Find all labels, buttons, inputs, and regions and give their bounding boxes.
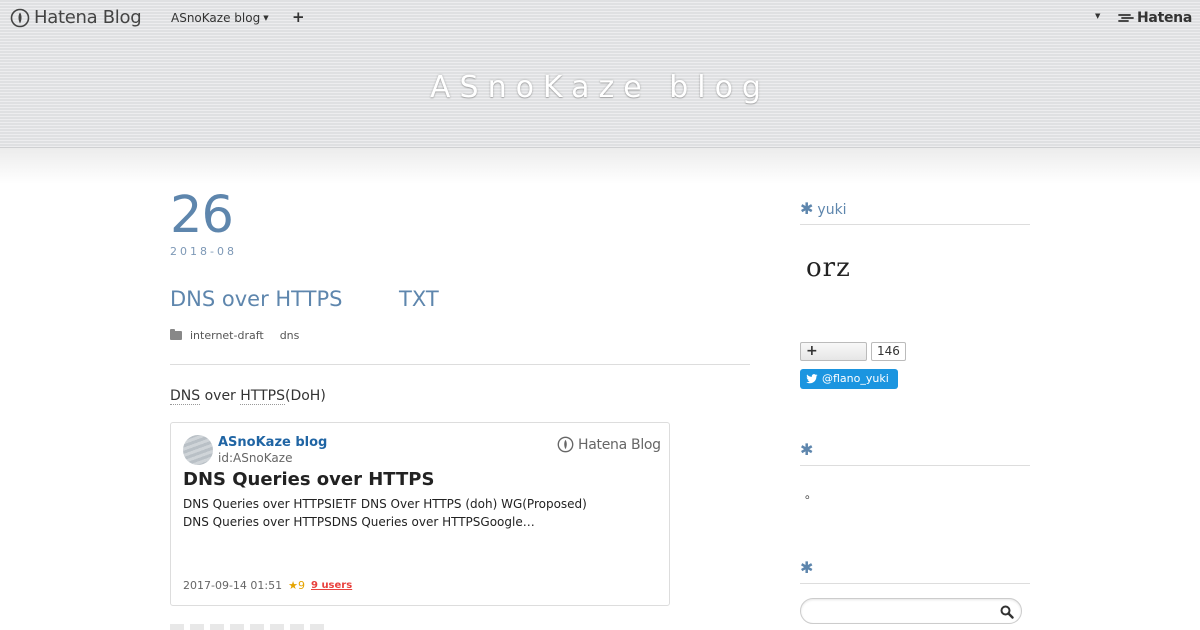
entry-divider — [170, 364, 750, 365]
hatena-logo-icon — [557, 436, 574, 453]
caret-down-icon: ▼ — [263, 14, 269, 22]
hatena-logo-icon — [10, 8, 30, 27]
entry-title-part2[interactable]: TXT — [399, 287, 439, 311]
twitter-handle: @flano_yuki — [822, 372, 889, 385]
card-blog-name[interactable]: ASnoKaze blog — [218, 435, 327, 450]
about-text: 。 — [805, 487, 818, 501]
card-brand[interactable]: Hatena Blog — [557, 436, 661, 453]
profile-module-title: ✱ yuki — [800, 199, 1030, 225]
lead-text-over: over — [200, 388, 241, 404]
bookmark-users-link[interactable]: 9 users — [311, 580, 352, 591]
card-description-line2: DNS Queries over HTTPSDNS Queries over H… — [183, 515, 535, 529]
about-module-title: ✱ — [800, 440, 1030, 466]
star-count[interactable]: ★9 — [288, 579, 305, 592]
card-date: 2017-09-14 01:51 — [183, 579, 283, 592]
search-module-title: ✱ — [800, 558, 1030, 584]
search-input[interactable] — [811, 599, 1001, 623]
follow-button[interactable]: + — [800, 342, 867, 361]
card-description: DNS Queries over HTTPSIETF DNS Over HTTP… — [183, 495, 653, 531]
hatena-brand-text: Hatena — [1137, 10, 1192, 26]
global-header-bar: Hatena Blog ASnoKaze blog ▼ + ▼ Hatena — [0, 0, 1200, 36]
category-link-internet-draft[interactable]: internet-draft — [190, 329, 264, 342]
twitter-follow-button[interactable]: @flano_yuki — [800, 369, 898, 389]
avatar[interactable] — [183, 435, 213, 465]
search-box[interactable] — [800, 598, 1022, 624]
entry-date-year-month[interactable]: 2018-08 — [170, 245, 237, 258]
hatena-blog-logo-text: Hatena Blog — [34, 7, 142, 28]
category-link-dns[interactable]: dns — [280, 329, 300, 342]
embed-blog-card[interactable]: ASnoKaze blog id:ASnoKaze Hatena Blog DN… — [170, 422, 670, 606]
asterisk-icon: ✱ — [800, 558, 814, 577]
card-blog-id: id:ASnoKaze — [218, 451, 293, 465]
blog-switch-menu[interactable]: ASnoKaze blog ▼ — [171, 11, 269, 25]
profile-name[interactable]: yuki — [817, 202, 846, 218]
entry-continued-text — [170, 624, 330, 630]
add-button[interactable]: + — [292, 8, 305, 26]
follower-count[interactable]: 146 — [871, 342, 906, 361]
asterisk-icon: ✱ — [800, 199, 814, 218]
entry-title[interactable]: DNS over HTTPS TXT — [170, 287, 439, 311]
blog-menu-label: ASnoKaze blog — [171, 11, 261, 25]
folder-icon — [170, 329, 182, 340]
lead-text-doh: (DoH) — [284, 388, 326, 404]
search-icon[interactable] — [1000, 604, 1014, 623]
blog-title[interactable]: ASnoKaze blog — [0, 70, 1200, 105]
profile-icon-image[interactable]: orz — [806, 253, 851, 283]
twitter-bird-icon — [806, 374, 818, 384]
asterisk-icon: ✱ — [800, 440, 814, 459]
hatena-wind-icon — [1118, 14, 1134, 22]
keyword-dns[interactable]: DNS — [170, 388, 201, 405]
entry-lead-text: DNS over HTTPS (DoH) — [170, 388, 326, 405]
entry-date-day[interactable]: 26 — [170, 186, 234, 245]
card-brand-text: Hatena Blog — [578, 436, 661, 453]
keyword-https[interactable]: HTTPS — [240, 388, 285, 405]
entry-categories: internet-draft dns — [170, 329, 309, 342]
user-menu-caret-icon[interactable]: ▼ — [1095, 12, 1100, 20]
card-description-line1: DNS Queries over HTTPSIETF DNS Over HTTP… — [183, 497, 587, 511]
hatena-brand-link[interactable]: Hatena — [1118, 10, 1192, 26]
header-shadow — [0, 148, 1200, 184]
card-title[interactable]: DNS Queries over HTTPS — [183, 469, 434, 490]
hatena-blog-logo[interactable]: Hatena Blog — [10, 7, 142, 28]
card-meta: 2017-09-14 01:51 ★9 9 users — [183, 579, 352, 592]
entry-title-part1[interactable]: DNS over HTTPS — [170, 287, 399, 311]
